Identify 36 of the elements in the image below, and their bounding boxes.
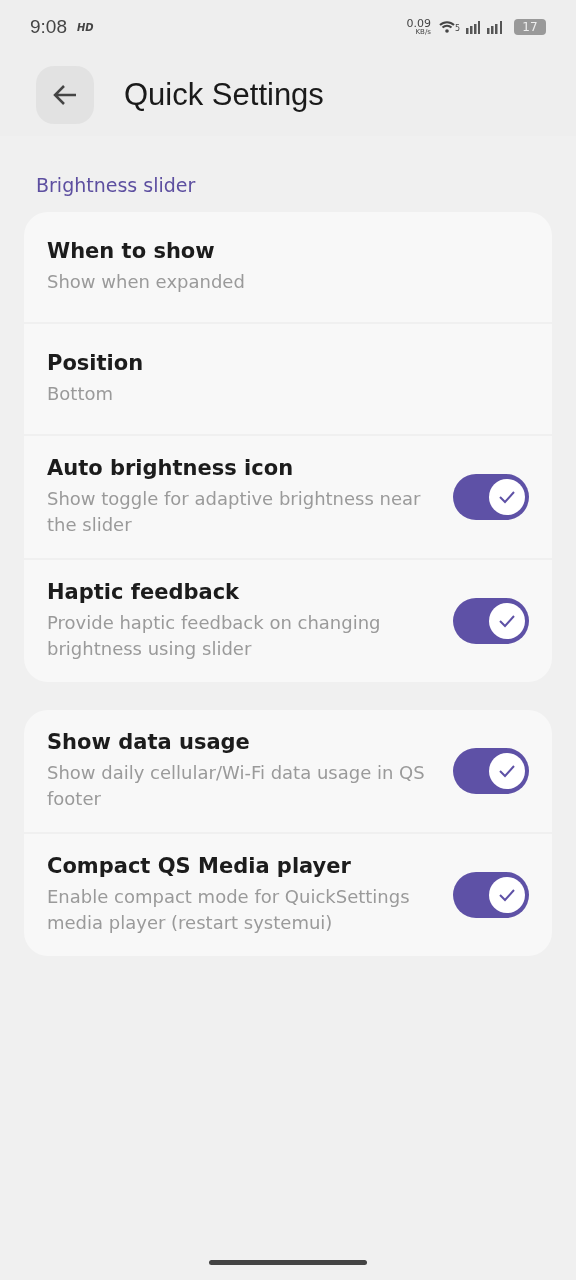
setting-description: Show when expanded [47, 270, 246, 294]
setting-row[interactable]: Auto brightness icon Show toggle for adaptive brightness near the slider [24, 436, 552, 558]
toggle-switch[interactable] [453, 474, 529, 520]
setting-description: Show daily cellular/Wi-Fi data usage in QS footer [47, 761, 426, 811]
wifi-icon [438, 21, 455, 33]
setting-description: Provide haptic feedback on changing brightness using slider [47, 611, 382, 661]
setting-title: When to show [47, 239, 216, 263]
wifi-generation-label: 5 [454, 24, 460, 33]
setting-title: Show data usage [47, 730, 251, 754]
check-icon [498, 614, 516, 628]
check-icon [498, 490, 516, 504]
check-icon [498, 888, 516, 902]
section-header: Brightness slider [35, 173, 197, 198]
setting-title: Haptic feedback [47, 580, 241, 604]
check-icon [498, 764, 516, 778]
battery-indicator: 17 [514, 19, 546, 35]
page-title: Quick Settings [124, 77, 324, 113]
setting-description: Show toggle for adaptive brightness near the slider [47, 487, 422, 537]
clock: 9:08 [30, 16, 67, 38]
back-button[interactable] [36, 66, 94, 124]
setting-row[interactable]: Position Bottom [24, 324, 552, 434]
setting-row[interactable]: Haptic feedback Provide haptic feedback on changing brightness using slider [24, 560, 552, 682]
toggle-switch[interactable] [453, 872, 529, 918]
network-speed: 0.09 [406, 18, 431, 29]
setting-title: Auto brightness icon [47, 456, 295, 480]
back-arrow-icon [52, 84, 78, 106]
setting-title: Compact QS Media player [47, 854, 352, 878]
setting-description: Enable compact mode for QuickSettings media player (restart systemui) [47, 885, 411, 935]
toggle-switch[interactable] [453, 598, 529, 644]
hd-indicator: HD [77, 21, 94, 33]
setting-row[interactable]: Compact QS Media player Enable compact mode for QuickSettings media player (restart systemui) [24, 834, 552, 956]
setting-row[interactable]: Show data usage Show daily cellular/Wi-Fi data usage in QS footer [24, 710, 552, 832]
setting-title: Position [47, 351, 145, 375]
setting-row[interactable]: When to show Show when expanded [24, 212, 552, 322]
setting-description: Bottom [47, 382, 115, 406]
toggle-switch[interactable] [453, 748, 529, 794]
